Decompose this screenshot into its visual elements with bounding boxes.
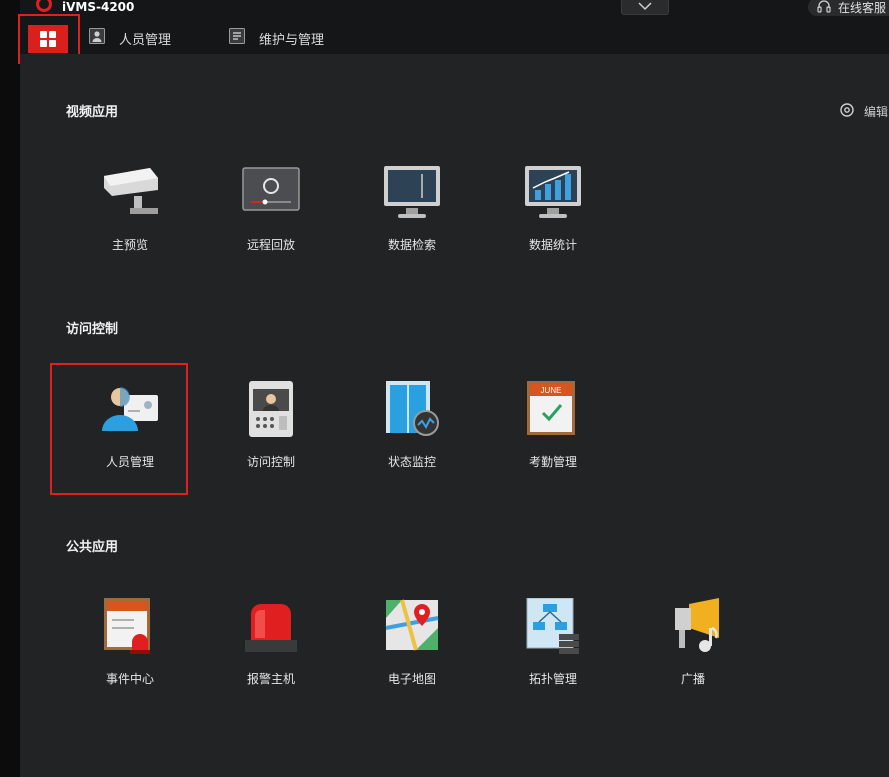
app-tile-event-center[interactable]: 事件中心 bbox=[80, 598, 180, 698]
app-tile-access-control[interactable]: 访问控制 bbox=[221, 381, 321, 481]
person-card-small-icon bbox=[89, 28, 105, 44]
title-bar bbox=[20, 0, 889, 18]
bar-chart-icon bbox=[525, 166, 581, 218]
monitor-icon bbox=[384, 166, 440, 218]
window-left-edge bbox=[0, 0, 20, 777]
section-title-access-control: 访问控制 bbox=[66, 322, 119, 337]
section-title-video: 视频应用 bbox=[66, 105, 119, 120]
app-tile-topology[interactable]: 拓扑管理 bbox=[503, 598, 603, 698]
headset-icon bbox=[817, 0, 831, 13]
app-tile-data-search[interactable]: 数据检索 bbox=[362, 164, 462, 264]
nav-tab-label: 维护与管理 bbox=[259, 33, 325, 48]
door-status-icon bbox=[386, 381, 439, 436]
app-title: iVMS-4200 bbox=[62, 0, 135, 14]
gear-icon bbox=[840, 103, 854, 117]
chevron-down-icon bbox=[638, 2, 652, 11]
app-tile-label: 报警主机 bbox=[246, 672, 295, 686]
svg-text:JUNE: JUNE bbox=[541, 386, 562, 395]
app-tile-e-map[interactable]: 电子地图 bbox=[362, 598, 462, 698]
map-pin-icon bbox=[385, 599, 439, 651]
playback-icon bbox=[242, 167, 300, 211]
app-tile-data-statistics[interactable]: 数据统计 bbox=[503, 164, 603, 264]
app-tile-label: 数据统计 bbox=[528, 238, 577, 252]
alarm-siren-icon bbox=[245, 604, 297, 652]
calendar-icon: JUNE bbox=[527, 381, 575, 435]
app-tile-label: 状态监控 bbox=[387, 455, 436, 469]
topology-icon bbox=[526, 598, 579, 654]
maintenance-icon bbox=[229, 28, 245, 44]
app-tile-label: 考勤管理 bbox=[528, 455, 577, 469]
door-station-icon bbox=[249, 381, 293, 437]
collapse-toggle-button[interactable] bbox=[621, 0, 669, 15]
nav-tab-label: 人员管理 bbox=[119, 33, 172, 48]
camera-icon bbox=[104, 168, 158, 214]
app-tile-alarm-host[interactable]: 报警主机 bbox=[221, 598, 321, 698]
app-tile-status-monitor[interactable]: 状态监控 bbox=[362, 381, 462, 481]
app-tile-remote-playback[interactable]: 远程回放 bbox=[221, 164, 321, 264]
online-service-button[interactable]: 在线客服 bbox=[808, 0, 889, 16]
app-tile-label: 远程回放 bbox=[246, 238, 295, 252]
app-tile-label: 电子地图 bbox=[387, 672, 436, 686]
app-tile-label: 主预览 bbox=[111, 238, 148, 252]
app-tile-label: 访问控制 bbox=[246, 455, 295, 469]
app-tile-label: 数据检索 bbox=[387, 238, 436, 252]
broadcast-icon bbox=[675, 598, 719, 652]
app-tile-main-preview[interactable]: 主预览 bbox=[80, 164, 180, 264]
person-management-highlight bbox=[50, 363, 188, 495]
app-tile-label: 拓扑管理 bbox=[528, 672, 577, 686]
app-tile-attendance[interactable]: JUNE 考勤管理 bbox=[503, 381, 603, 481]
app-tile-broadcast[interactable]: 广播 bbox=[643, 598, 743, 698]
app-tile-label: 事件中心 bbox=[105, 672, 154, 686]
section-title-public-apps: 公共应用 bbox=[66, 540, 119, 555]
edit-label: 编辑 bbox=[864, 105, 889, 119]
online-service-label: 在线客服 bbox=[838, 1, 887, 15]
app-tile-label: 广播 bbox=[680, 672, 705, 686]
event-center-icon bbox=[104, 598, 150, 654]
